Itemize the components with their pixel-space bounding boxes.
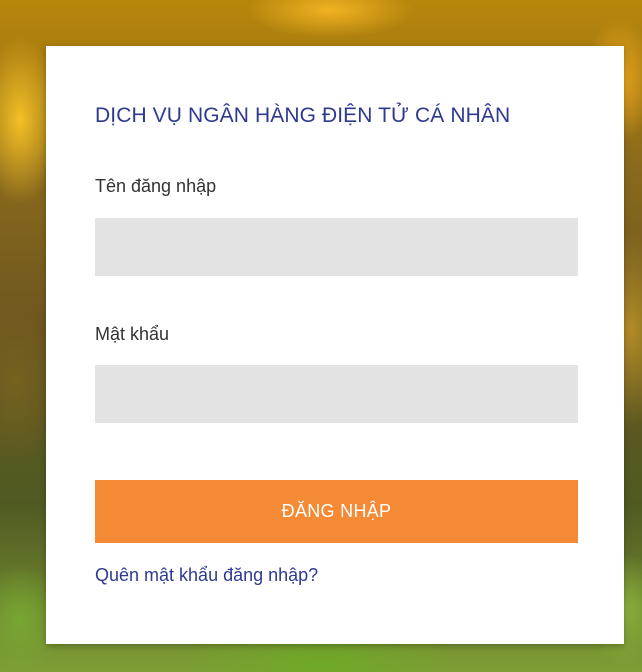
- forgot-password-link[interactable]: Quên mật khẩu đăng nhập?: [95, 565, 318, 586]
- password-label: Mật khẩu: [95, 324, 170, 344]
- password-input[interactable]: [95, 365, 578, 423]
- username-label: Tên đăng nhập: [95, 176, 217, 196]
- username-input[interactable]: [95, 218, 578, 276]
- login-button[interactable]: ĐĂNG NHẬP: [95, 480, 578, 543]
- login-card: DỊCH VỤ NGÂN HÀNG ĐIỆN TỬ CÁ NHÂN Tên đă…: [46, 46, 624, 644]
- page-title: DỊCH VỤ NGÂN HÀNG ĐIỆN TỬ CÁ NHÂN: [95, 104, 511, 127]
